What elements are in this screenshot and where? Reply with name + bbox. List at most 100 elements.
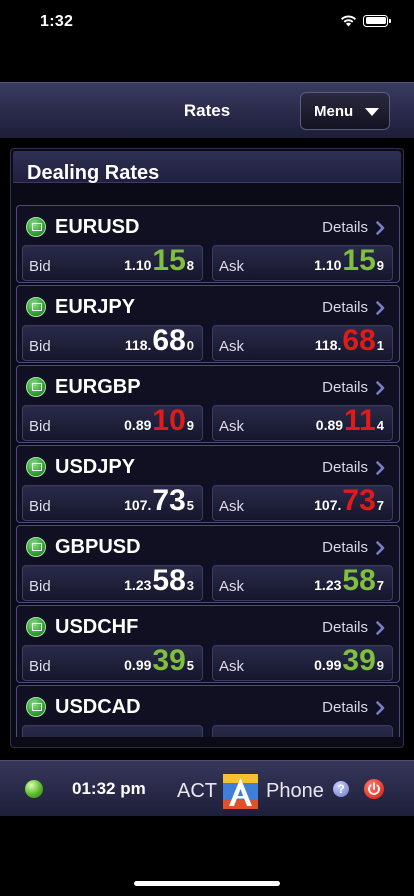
details-label: Details	[322, 539, 368, 556]
bid-price-pip: 3	[186, 578, 194, 593]
rate-card-usdcad[interactable]: USDCAD Details Bid	[16, 685, 400, 737]
status-icon	[26, 617, 46, 637]
status-icon	[26, 537, 46, 557]
details-link[interactable]: Details	[322, 539, 385, 556]
chevron-right-icon	[376, 220, 385, 235]
details-label: Details	[322, 299, 368, 316]
details-link[interactable]: Details	[322, 219, 385, 236]
ask-label: Ask	[219, 258, 245, 275]
status-icon	[26, 377, 46, 397]
power-icon[interactable]	[364, 779, 384, 799]
ask-price-prefix: 1.10	[314, 257, 342, 273]
details-link[interactable]: Details	[322, 619, 385, 636]
rate-card-usdjpy[interactable]: USDJPY Details Bid 107. 73 5 Ask 107. 73…	[16, 445, 400, 523]
bid-price: 1.10 15 8	[124, 246, 194, 276]
ask-label: Ask	[219, 578, 245, 595]
ask-label: Ask	[219, 418, 245, 435]
ask-price-pip: 9	[376, 258, 384, 273]
bid-price-prefix: 107.	[124, 497, 152, 513]
details-link[interactable]: Details	[322, 379, 385, 396]
bid-price-pip: 9	[186, 418, 194, 433]
bid-price-big-figure: 73	[152, 484, 186, 517]
status-icon	[26, 697, 46, 717]
rate-card-header: GBPUSD Details	[17, 526, 399, 562]
bid-label: Bid	[29, 498, 51, 515]
chevron-right-icon	[376, 540, 385, 555]
ask-price: 118. 68 1	[315, 326, 384, 356]
bid-price-button[interactable]: Bid	[22, 725, 203, 737]
ask-price-button[interactable]: Ask 1.10 15 9	[212, 245, 393, 281]
bid-price: 0.99 39 5	[124, 646, 194, 676]
rates-list[interactable]: EURUSD Details Bid 1.10 15 8 Ask 1.10 15…	[16, 205, 400, 737]
status-bar: 1:32	[0, 0, 414, 48]
bid-price-button[interactable]: Bid 1.10 15 8	[22, 245, 203, 281]
ask-price-button[interactable]: Ask 1.23 58 7	[212, 565, 393, 601]
ask-price-button[interactable]: Ask 0.99 39 9	[212, 645, 393, 681]
bid-price-button[interactable]: Bid 1.23 58 3	[22, 565, 203, 601]
ask-price-big-figure: 58	[342, 564, 376, 597]
currency-pair: EURJPY	[55, 296, 136, 318]
ask-price: 0.89 11 4	[316, 406, 384, 436]
rate-card-header: USDCHF Details	[17, 606, 399, 642]
chevron-right-icon	[376, 300, 385, 315]
bid-price-prefix: 0.99	[124, 657, 152, 673]
bid-price-button[interactable]: Bid 0.89 10 9	[22, 405, 203, 441]
bid-price-prefix: 0.89	[124, 417, 152, 433]
ask-label: Ask	[219, 658, 245, 675]
details-link[interactable]: Details	[322, 299, 385, 316]
ask-price-button[interactable]: Ask 0.89 11 4	[212, 405, 393, 441]
bid-price: 107. 73 5	[124, 486, 194, 516]
bid-price-prefix: 1.23	[124, 577, 152, 593]
ask-price-prefix: 107.	[314, 497, 342, 513]
bid-price-button[interactable]: Bid 0.99 39 5	[22, 645, 203, 681]
ask-price-pip: 7	[376, 578, 384, 593]
bid-label: Bid	[29, 258, 51, 275]
ask-price: 1.23 58 7	[314, 566, 384, 596]
bid-price-pip: 0	[186, 338, 194, 353]
ask-price-big-figure: 68	[342, 324, 376, 357]
details-link[interactable]: Details	[322, 459, 385, 476]
bid-price-button[interactable]: Bid 118. 68 0	[22, 325, 203, 361]
bid-price-pip: 5	[186, 658, 194, 673]
rate-card-eurusd[interactable]: EURUSD Details Bid 1.10 15 8 Ask 1.10 15…	[16, 205, 400, 283]
ask-price-button[interactable]: Ask 118. 68 1	[212, 325, 393, 361]
rate-card-eurjpy[interactable]: EURJPY Details Bid 118. 68 0 Ask 118. 68…	[16, 285, 400, 363]
act-logo-icon	[223, 774, 258, 809]
home-indicator	[134, 881, 280, 886]
currency-pair: USDCAD	[55, 696, 141, 718]
ask-price-button[interactable]: Ask 107. 73 7	[212, 485, 393, 521]
menu-button[interactable]: Menu	[300, 92, 390, 130]
ask-price-big-figure: 73	[342, 484, 376, 517]
bid-price-big-figure: 10	[152, 404, 186, 437]
bid-price-pip: 8	[186, 258, 194, 273]
rate-card-usdchf[interactable]: USDCHF Details Bid 0.99 39 5 Ask 0.99 39…	[16, 605, 400, 683]
currency-pair: USDCHF	[55, 616, 139, 638]
footer-bar: 01:32 pm ACT Phone ?	[0, 760, 414, 816]
connection-status-icon	[25, 780, 43, 798]
ask-price-prefix: 118.	[314, 337, 342, 353]
details-label: Details	[322, 619, 368, 636]
ask-price: 107. 73 7	[314, 486, 384, 516]
rate-card-header: USDCAD Details	[17, 686, 399, 722]
rate-card-eurgbp[interactable]: EURGBP Details Bid 0.89 10 9 Ask 0.89 11…	[16, 365, 400, 443]
rate-card-gbpusd[interactable]: GBPUSD Details Bid 1.23 58 3 Ask 1.23 58…	[16, 525, 400, 603]
brand: ACT Phone	[177, 774, 324, 809]
ask-label: Ask	[219, 338, 245, 355]
rate-card-header: EURUSD Details	[17, 206, 399, 242]
nav-bar: Rates Menu	[0, 82, 414, 138]
bid-price: 118. 68 0	[125, 326, 194, 356]
bid-price-button[interactable]: Bid 107. 73 5	[22, 485, 203, 521]
bid-price-prefix: 118.	[124, 337, 152, 353]
ask-price-prefix: 0.89	[315, 417, 344, 433]
ask-price-button[interactable]: Ask	[212, 725, 393, 737]
brand-left: ACT	[177, 780, 217, 802]
details-link[interactable]: Details	[322, 699, 385, 716]
help-icon[interactable]: ?	[333, 781, 349, 797]
ask-price-pip: 4	[376, 418, 384, 433]
details-label: Details	[322, 699, 368, 716]
bid-price: 1.23 58 3	[124, 566, 194, 596]
bid-price-big-figure: 58	[152, 564, 186, 597]
currency-pair: GBPUSD	[55, 536, 141, 558]
ask-price-big-figure: 11	[344, 404, 376, 437]
brand-right: Phone	[266, 780, 324, 802]
